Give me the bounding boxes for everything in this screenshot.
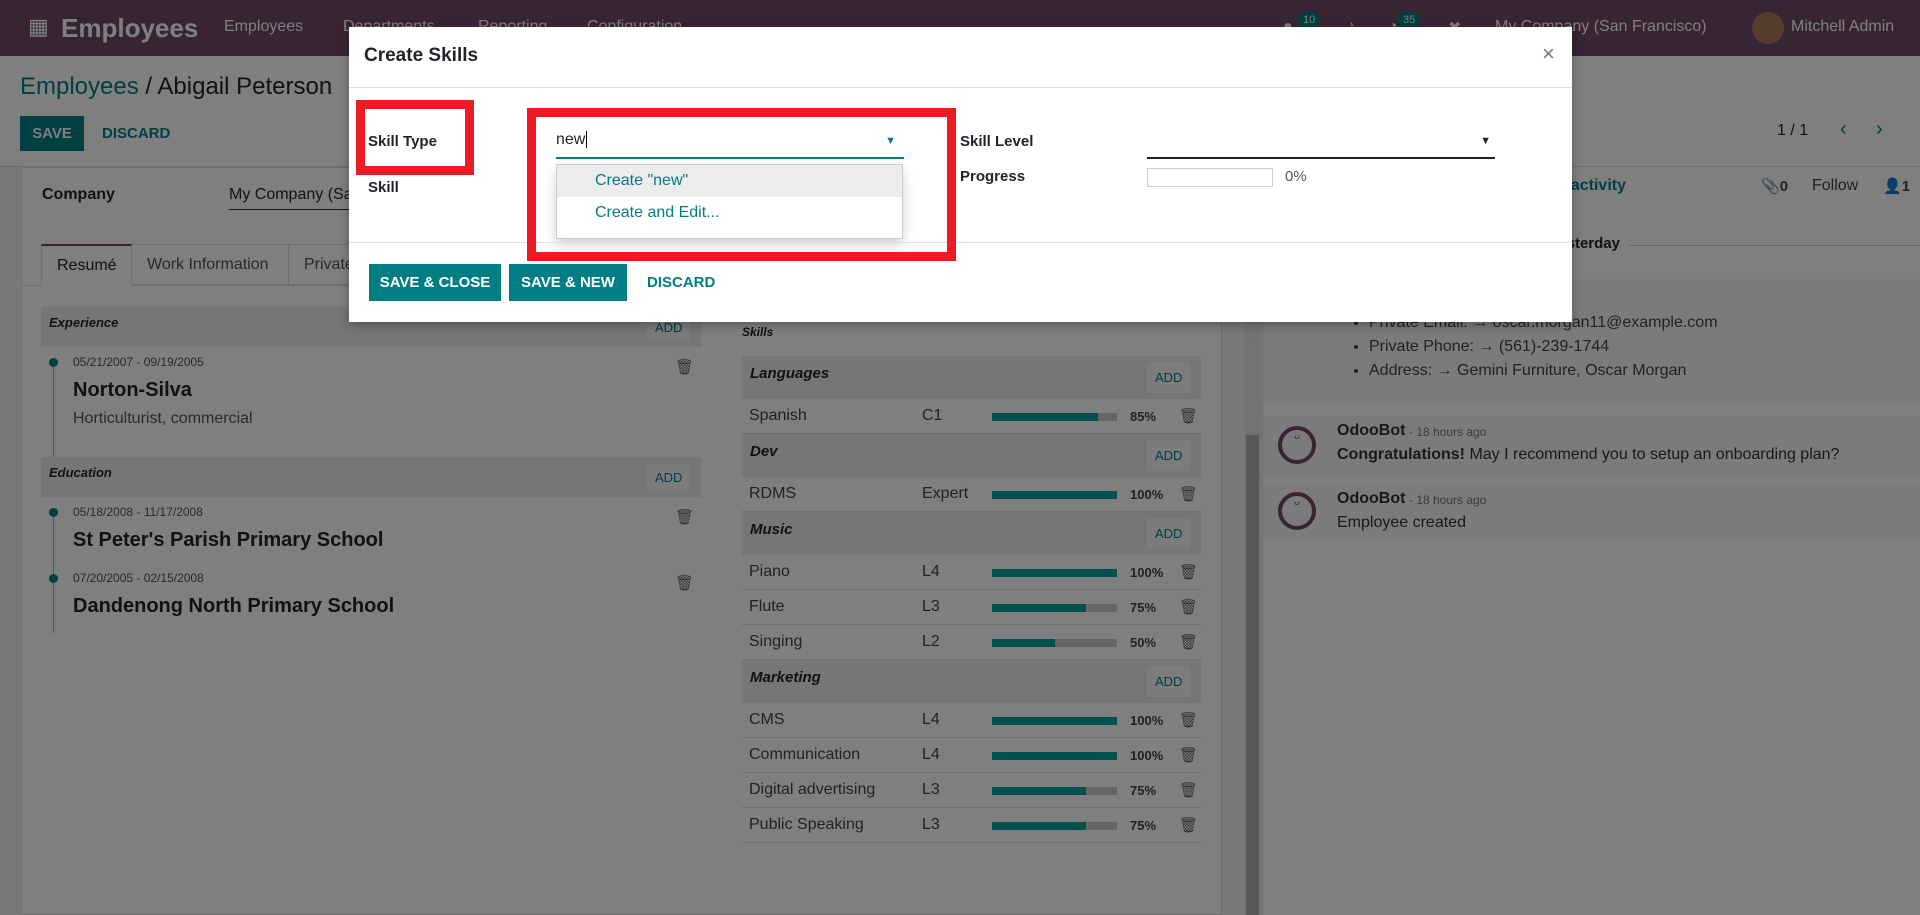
progress-value: 0%	[1285, 168, 1307, 185]
progress-bar[interactable]	[1147, 168, 1273, 187]
highlight-box-skill-type-input	[527, 108, 956, 261]
header-divider	[349, 87, 1572, 88]
close-icon[interactable]: ×	[1542, 41, 1555, 67]
skill-label: Skill	[368, 179, 399, 196]
save-new-button[interactable]: SAVE & NEW	[509, 264, 627, 301]
skill-level-select[interactable]: ▼	[1147, 131, 1495, 159]
skill-level-label: Skill Level	[960, 133, 1034, 150]
discard-dialog-button[interactable]: DISCARD	[647, 274, 715, 291]
highlight-box-skill-type-label	[356, 100, 474, 175]
caret-down-icon[interactable]: ▼	[1480, 135, 1491, 147]
dialog-title: Create Skills	[364, 45, 479, 66]
progress-label: Progress	[960, 168, 1026, 185]
create-skills-dialog: Create Skills × Skill Type Skill new ▼ C…	[349, 27, 1572, 322]
save-close-button[interactable]: SAVE & CLOSE	[369, 264, 501, 301]
